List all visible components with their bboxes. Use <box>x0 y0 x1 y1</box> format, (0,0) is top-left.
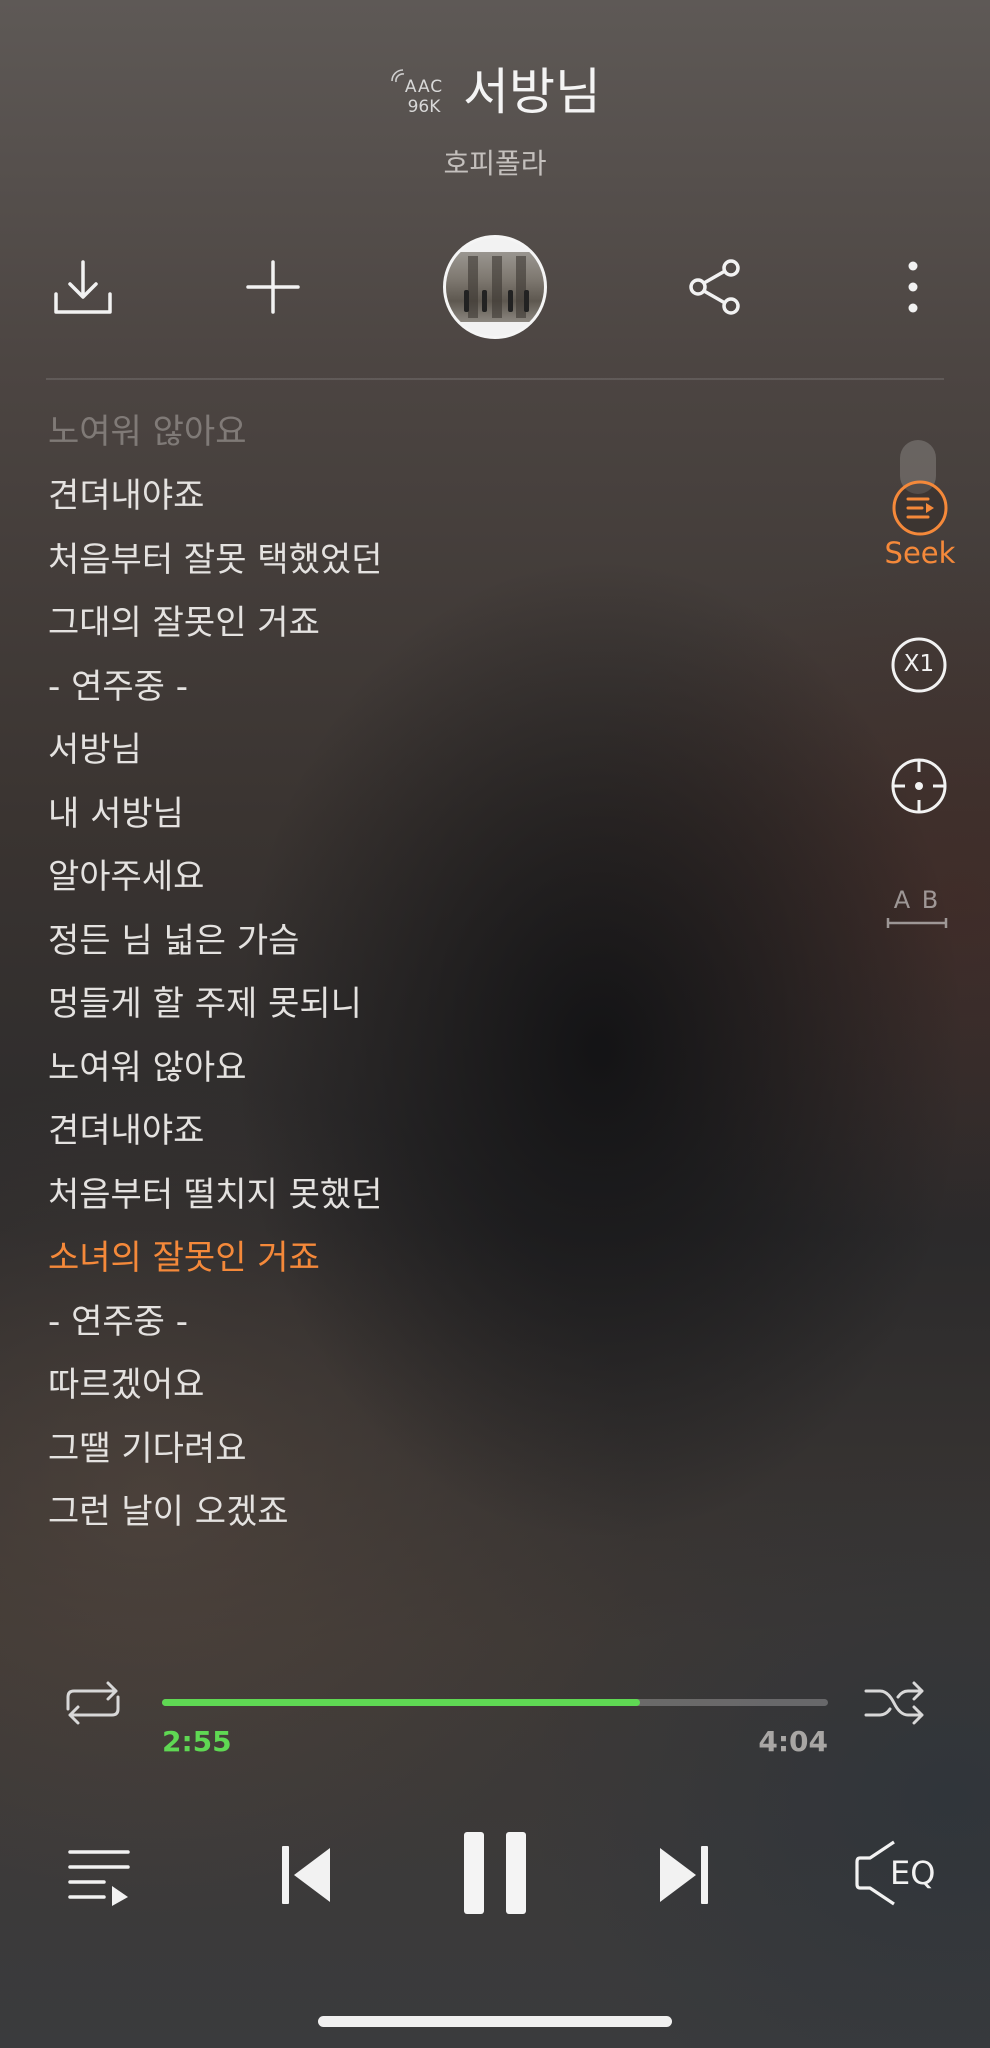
lyric-line[interactable]: - 연주중 - <box>48 1291 828 1355</box>
download-icon[interactable] <box>50 254 116 320</box>
artist-name[interactable]: 호피폴라 <box>0 142 990 182</box>
quality-codec: AAC <box>404 77 444 97</box>
more-vertical-icon[interactable] <box>880 254 946 320</box>
lyric-line[interactable]: 견뎌내야죠 <box>48 465 828 529</box>
crosshair-icon[interactable] <box>890 757 948 815</box>
playlist-icon[interactable] <box>66 1840 132 1906</box>
album-art[interactable] <box>443 235 547 339</box>
lyric-line[interactable]: 처음부터 떨치지 못했던 <box>48 1164 828 1228</box>
lyric-line[interactable]: 멍들게 할 주제 못되니 <box>48 973 828 1037</box>
lyric-line[interactable]: 알아주세요 <box>48 846 828 910</box>
lyric-line[interactable]: - 연주중 - <box>48 656 828 720</box>
song-title: 서방님 <box>463 63 601 121</box>
now-playing-header: AAC 96K 서방님 호피폴라 <box>0 52 990 182</box>
share-icon[interactable] <box>682 254 748 320</box>
current-time: 2:55 <box>162 1725 232 1758</box>
lyric-line[interactable]: 그런 날이 오겠죠 <box>48 1481 828 1545</box>
seek-label: Seek <box>884 536 956 570</box>
lyric-line[interactable]: 서방님 <box>48 719 828 783</box>
lyric-line[interactable]: 따르겠어요 <box>48 1354 828 1418</box>
lyric-line[interactable]: 그대의 잘못인 거죠 <box>48 592 828 656</box>
progress-fill <box>162 1699 640 1706</box>
lyric-line[interactable]: 정든 님 넓은 가슴 <box>48 910 828 974</box>
lyric-line[interactable]: 그땔 기다려요 <box>48 1418 828 1482</box>
repeat-icon[interactable] <box>60 1679 126 1729</box>
lyric-line[interactable]: 노여워 않아요 <box>48 400 828 465</box>
equalizer-button[interactable]: EQ <box>854 1838 946 1908</box>
lyrics-list[interactable]: 노여워 않아요 견뎌내야죠 처음부터 잘못 택했었던 그대의 잘못인 거죠 - 연주중… <box>48 400 828 1545</box>
divider <box>46 378 944 380</box>
seek-lyrics-icon[interactable] <box>890 478 950 538</box>
ab-repeat-button[interactable]: A B <box>884 886 950 930</box>
progress-area: 2:55 4:04 <box>0 1681 990 1785</box>
speed-label: X1 <box>903 651 935 677</box>
lyric-line-current[interactable]: 소녀의 잘못인 거죠 <box>48 1227 828 1291</box>
lyric-line[interactable]: 노여워 않아요 <box>48 1037 828 1101</box>
shuffle-icon[interactable] <box>862 1679 928 1729</box>
home-indicator[interactable] <box>318 2016 672 2027</box>
playback-controls: EQ <box>0 1830 990 1940</box>
ab-repeat-label: A B <box>893 886 941 914</box>
progress-track[interactable] <box>162 1699 828 1706</box>
total-time: 4:04 <box>758 1725 828 1758</box>
next-track-icon[interactable] <box>654 1842 712 1908</box>
eq-label: EQ <box>890 1854 936 1892</box>
lyric-line[interactable]: 내 서방님 <box>48 783 828 847</box>
quality-rate: 96K <box>407 97 441 117</box>
playback-speed-button[interactable]: X1 <box>890 636 948 694</box>
audio-quality-badge: AAC 96K <box>389 61 449 117</box>
lyric-line[interactable]: 견뎌내야죠 <box>48 1100 828 1164</box>
lyric-line[interactable]: 처음부터 잘못 택했었던 <box>48 529 828 593</box>
previous-track-icon[interactable] <box>278 1842 336 1908</box>
pause-icon[interactable] <box>460 1830 530 1914</box>
plus-icon[interactable] <box>240 254 306 320</box>
action-row <box>0 232 990 342</box>
